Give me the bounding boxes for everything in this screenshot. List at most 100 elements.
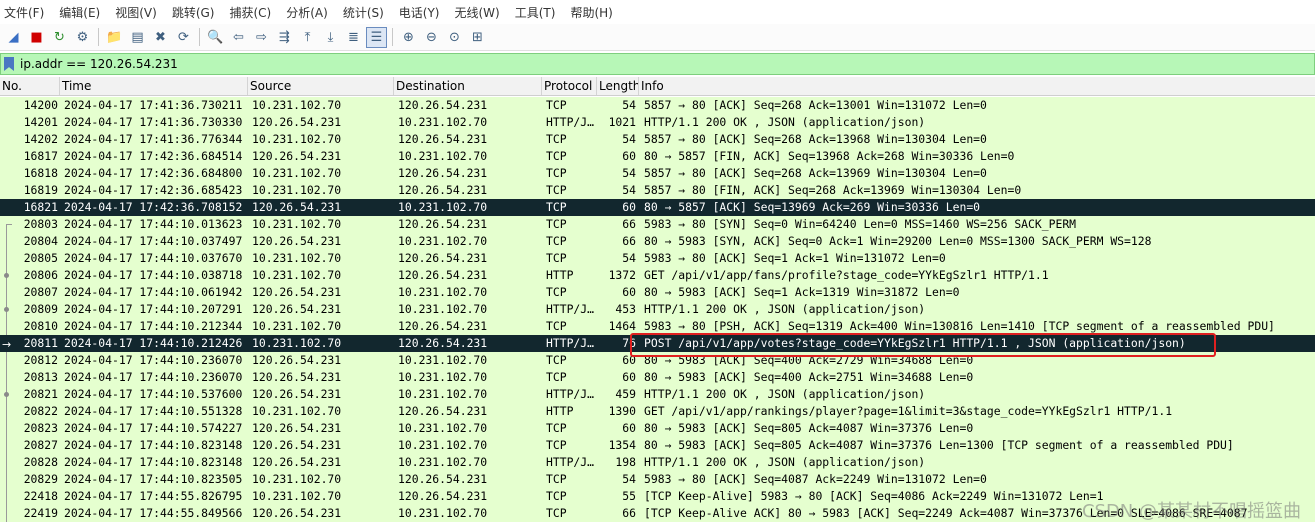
menu-item[interactable]: 编辑(E) [59, 4, 100, 21]
packet-row[interactable]: 16818 2024-04-17 17:42:36.684800 10.231.10… [0, 165, 1315, 182]
resize-columns-icon[interactable]: ⊞ [467, 27, 488, 48]
colorize-icon[interactable]: ☰ [366, 26, 387, 48]
go-forward-icon[interactable]: ⇨ [251, 27, 272, 48]
packet-row[interactable]: 20828 2024-04-17 17:44:10.823148 120.26.54… [0, 454, 1315, 471]
auto-scroll-icon[interactable]: ≣ [343, 27, 364, 48]
packet-destination: 120.26.54.231 [398, 336, 488, 350]
packet-list: 14200 2024-04-17 17:41:36.730211 10.231.10… [0, 97, 1315, 522]
packet-protocol: TCP [546, 98, 567, 112]
packet-protocol: HTTP/J… [546, 336, 595, 350]
packet-row[interactable]: 20812 2024-04-17 17:44:10.236070 120.26.54… [0, 352, 1315, 369]
menu-item[interactable]: 捕获(C) [229, 4, 271, 21]
packet-row[interactable]: 16817 2024-04-17 17:42:36.684514 120.26.54… [0, 148, 1315, 165]
packet-row[interactable]: 20827 2024-04-17 17:44:10.823148 120.26.54… [0, 437, 1315, 454]
packet-row[interactable]: 20821 2024-04-17 17:44:10.537600 120.26.54… [0, 386, 1315, 403]
menu-item[interactable]: 帮助(H) [570, 4, 612, 21]
packet-row[interactable]: 20822 2024-04-17 17:44:10.551328 10.231.10… [0, 403, 1315, 420]
packet-row[interactable]: 16819 2024-04-17 17:42:36.685423 10.231.10… [0, 182, 1315, 199]
packet-info: 5857 → 80 [ACK] Seq=268 Ack=13001 Win=13… [644, 98, 987, 112]
packet-row[interactable]: 20810 2024-04-17 17:44:10.212344 10.231.10… [0, 318, 1315, 335]
column-header-time[interactable]: Time [60, 77, 248, 95]
packet-no: 20829 [23, 472, 58, 486]
packet-row[interactable]: 16821 2024-04-17 17:42:36.708152 120.26.54… [0, 199, 1315, 216]
packet-row[interactable]: 14200 2024-04-17 17:41:36.730211 10.231.10… [0, 97, 1315, 114]
packet-source: 120.26.54.231 [252, 455, 342, 469]
packet-row[interactable]: 14201 2024-04-17 17:41:36.730330 120.26.54… [0, 114, 1315, 131]
filter-bookmark-icon[interactable] [4, 57, 14, 71]
packet-time: 2024-04-17 17:42:36.684800 [64, 166, 243, 180]
column-header-info[interactable]: Info [639, 77, 1315, 95]
packet-row[interactable]: 20803 2024-04-17 17:44:10.013623 10.231.10… [0, 216, 1315, 233]
packet-no: 20828 [23, 455, 58, 469]
close-file-icon[interactable]: ✖ [150, 27, 171, 48]
menu-item[interactable]: 电话(Y) [399, 4, 440, 21]
go-last-packet-icon[interactable]: ⤓ [320, 27, 341, 48]
packet-protocol: HTTP/J… [546, 302, 595, 316]
packet-row[interactable]: → 20811 2024-04-17 17:44:10.212426 10.231.1… [0, 335, 1315, 352]
menu-item[interactable]: 视图(V) [115, 4, 157, 21]
packet-no: 20805 [23, 251, 58, 265]
packet-source: 120.26.54.231 [252, 353, 342, 367]
menu-item[interactable]: 统计(S) [343, 4, 384, 21]
zoom-normal-icon[interactable]: ⊙ [444, 27, 465, 48]
packet-protocol: TCP [546, 285, 567, 299]
packet-row[interactable]: 20805 2024-04-17 17:44:10.037670 10.231.10… [0, 250, 1315, 267]
packet-time: 2024-04-17 17:44:10.574227 [64, 421, 243, 435]
packet-length: 66 [622, 217, 636, 231]
packet-destination: 120.26.54.231 [398, 472, 488, 486]
open-file-icon[interactable]: 📁 [104, 27, 125, 48]
column-header-protocol[interactable]: Protocol [542, 77, 597, 95]
packet-row[interactable]: 20806 2024-04-17 17:44:10.038718 10.231.10… [0, 267, 1315, 284]
go-back-icon[interactable]: ⇦ [228, 27, 249, 48]
packet-row[interactable]: 14202 2024-04-17 17:41:36.776344 10.231.10… [0, 131, 1315, 148]
start-capture-icon[interactable]: ◢ [3, 27, 24, 48]
capture-options-icon[interactable]: ⚙ [72, 27, 93, 48]
packet-time: 2024-04-17 17:41:36.776344 [64, 132, 243, 146]
display-filter-input[interactable] [20, 57, 1220, 71]
zoom-out-icon[interactable]: ⊖ [421, 27, 442, 48]
menu-item[interactable]: 分析(A) [286, 4, 328, 21]
column-header-no[interactable]: No. [0, 77, 60, 95]
packet-length: 60 [622, 353, 636, 367]
packet-protocol: TCP [546, 166, 567, 180]
go-to-packet-icon[interactable]: ⇶ [274, 27, 295, 48]
menu-item[interactable]: 工具(T) [515, 4, 556, 21]
stop-capture-icon[interactable]: ■ [26, 27, 47, 48]
packet-row[interactable]: 20804 2024-04-17 17:44:10.037497 120.26.54… [0, 233, 1315, 250]
packet-destination: 10.231.102.70 [398, 421, 488, 435]
packet-destination: 10.231.102.70 [398, 149, 488, 163]
packet-destination: 120.26.54.231 [398, 183, 488, 197]
toolbar-separator [199, 28, 200, 46]
packet-row[interactable]: 20829 2024-04-17 17:44:10.823505 10.231.10… [0, 471, 1315, 488]
packet-info: HTTP/1.1 200 OK , JSON (application/json… [644, 455, 926, 469]
column-header-source[interactable]: Source [248, 77, 394, 95]
go-first-packet-icon[interactable]: ⤒ [297, 27, 318, 48]
menu-item[interactable]: 无线(W) [455, 4, 500, 21]
menu-item[interactable]: 跳转(G) [172, 4, 215, 21]
packet-no: 20807 [23, 285, 58, 299]
packet-row[interactable]: 20813 2024-04-17 17:44:10.236070 120.26.54… [0, 369, 1315, 386]
menu-item[interactable]: 文件(F) [4, 4, 44, 21]
packet-destination: 10.231.102.70 [398, 438, 488, 452]
packet-row[interactable]: 20809 2024-04-17 17:44:10.207291 120.26.54… [0, 301, 1315, 318]
packet-row[interactable]: 20807 2024-04-17 17:44:10.061942 120.26.54… [0, 284, 1315, 301]
packet-protocol: TCP [546, 132, 567, 146]
packet-info: HTTP/1.1 200 OK , JSON (application/json… [644, 387, 926, 401]
packet-no: 14201 [23, 115, 58, 129]
save-file-icon[interactable]: ▤ [127, 27, 148, 48]
column-header-length[interactable]: Length [597, 77, 639, 95]
packet-info: HTTP/1.1 200 OK , JSON (application/json… [644, 115, 926, 129]
packet-protocol: HTTP/J… [546, 387, 595, 401]
packet-time: 2024-04-17 17:44:10.013623 [64, 217, 243, 231]
watermark-text: CSDN @某某村不唱摇篮曲 [1081, 501, 1301, 522]
restart-capture-icon[interactable]: ↻ [49, 27, 70, 48]
packet-no: 20827 [23, 438, 58, 452]
packet-no: 20813 [23, 370, 58, 384]
packet-info: GET /api/v1/app/rankings/player?page=1&l… [644, 404, 1173, 418]
reload-file-icon[interactable]: ⟳ [173, 27, 194, 48]
zoom-in-icon[interactable]: ⊕ [398, 27, 419, 48]
column-header-destination[interactable]: Destination [394, 77, 542, 95]
packet-source: 10.231.102.70 [252, 336, 342, 350]
packet-row[interactable]: 20823 2024-04-17 17:44:10.574227 120.26.54… [0, 420, 1315, 437]
find-packet-icon[interactable]: 🔍 [205, 27, 226, 48]
